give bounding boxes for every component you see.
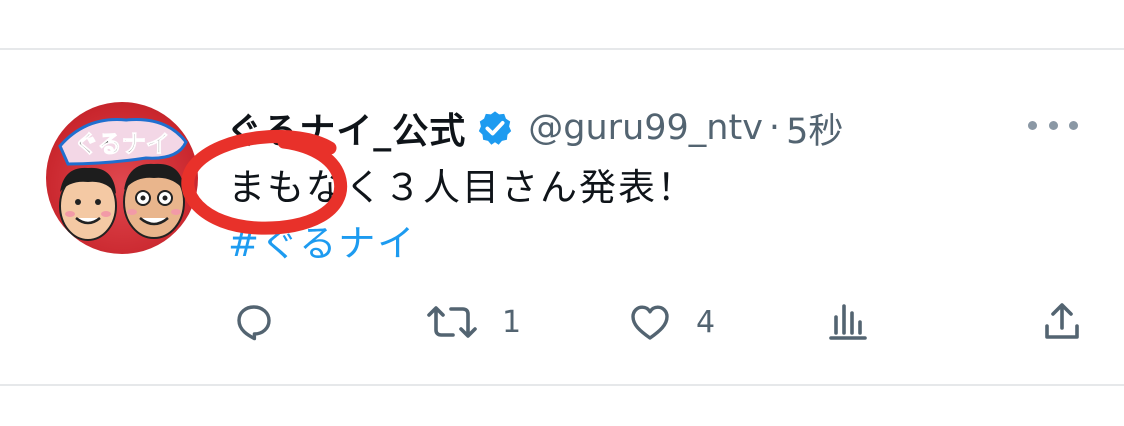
separator-dot: ·: [768, 108, 781, 148]
avatar-image: ぐるナイ: [58, 117, 188, 241]
like-count: 4: [696, 304, 716, 340]
share-button[interactable]: [1038, 296, 1086, 348]
avatar-logo-text: ぐるナイ: [74, 130, 170, 158]
analytics-button[interactable]: [824, 296, 872, 348]
retweet-count: 1: [502, 304, 522, 340]
like-button[interactable]: 4: [626, 296, 715, 348]
analytics-icon: [829, 304, 867, 340]
more-options-icon[interactable]: [1028, 112, 1078, 138]
timestamp[interactable]: 5秒: [786, 103, 843, 154]
bottom-divider: [0, 384, 1124, 386]
reply-button[interactable]: [230, 296, 300, 348]
like-icon: [631, 305, 669, 340]
reply-icon: [237, 305, 271, 341]
retweet-icon: [427, 306, 477, 338]
user-handle[interactable]: @guru99_ntv: [528, 108, 763, 148]
retweet-button[interactable]: 1: [424, 296, 521, 348]
avatar[interactable]: ぐるナイ: [46, 102, 198, 254]
red-annotation-circle: [181, 129, 348, 235]
top-divider: [0, 48, 1124, 50]
share-icon: [1045, 303, 1079, 339]
verified-badge-icon: [479, 111, 512, 145]
